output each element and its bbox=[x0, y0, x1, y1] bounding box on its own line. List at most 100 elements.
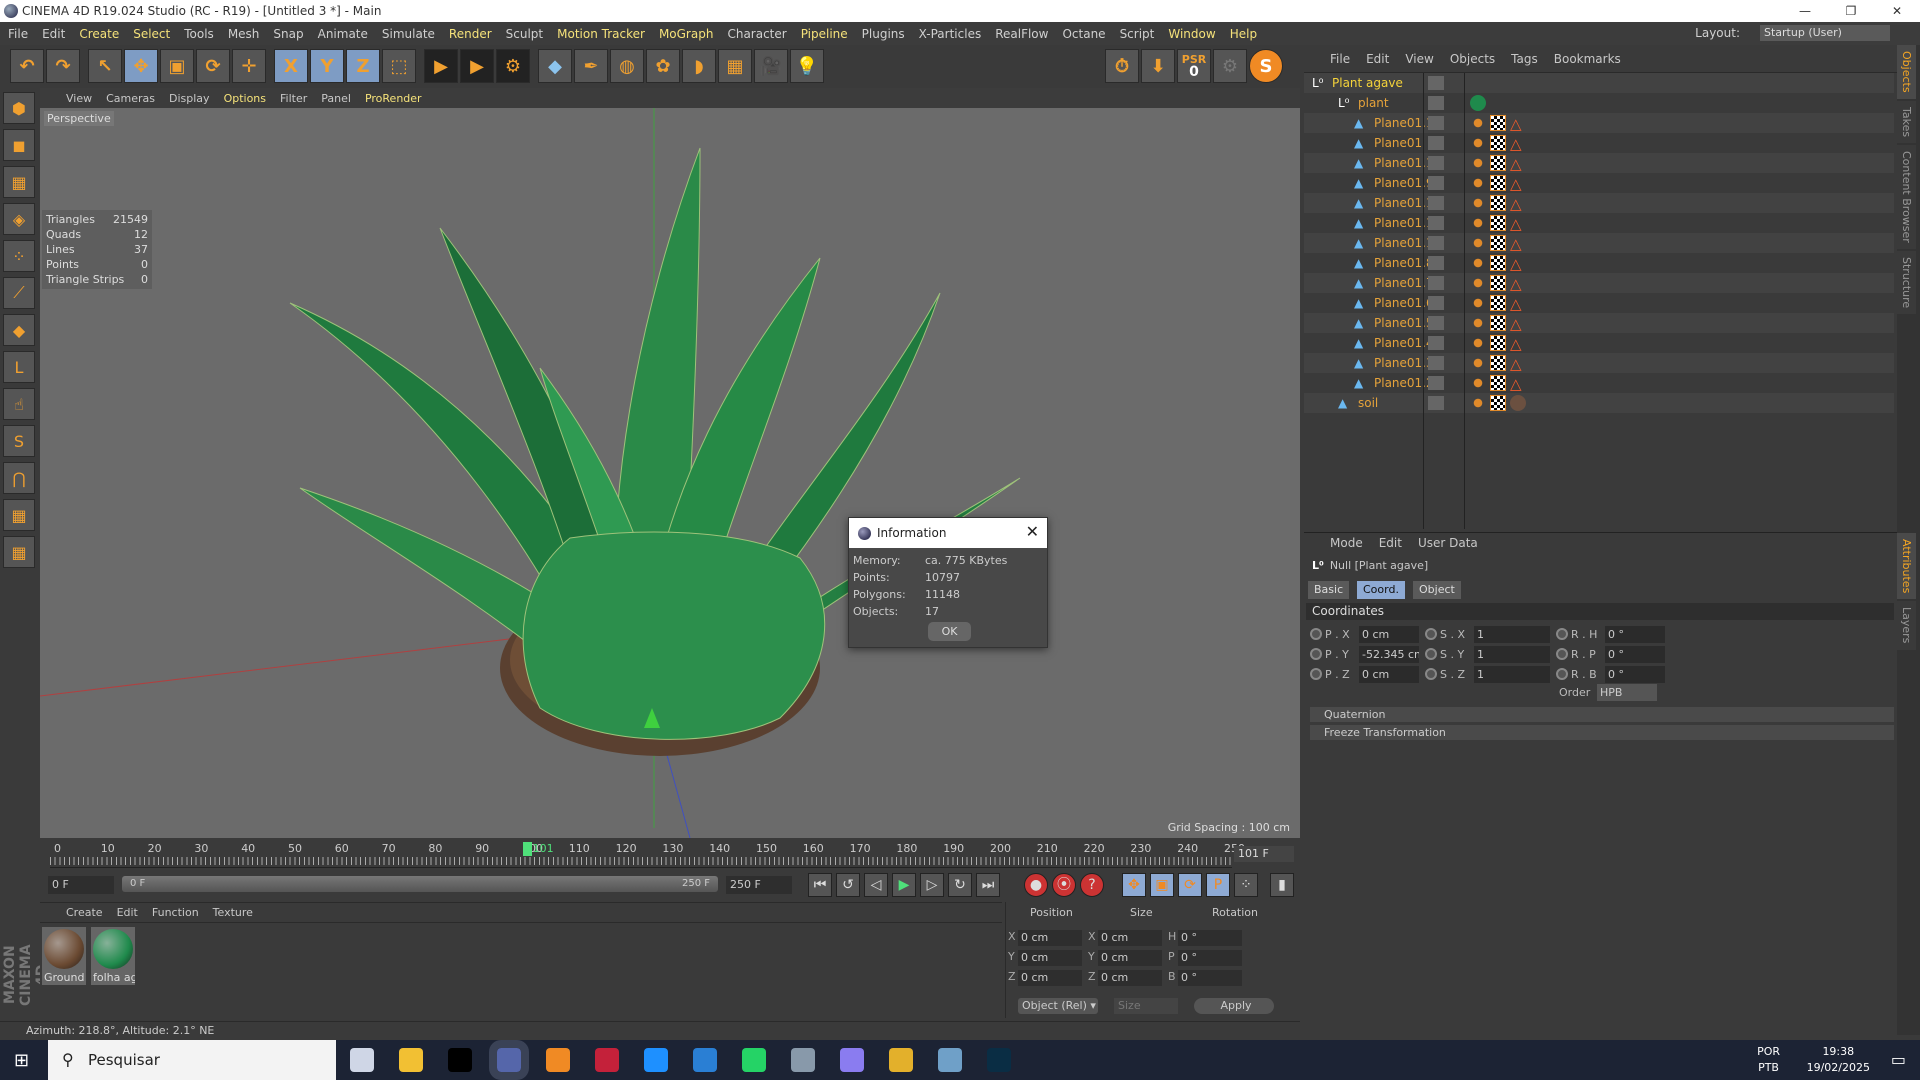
attribute-menu-user-data[interactable]: User Data bbox=[1418, 536, 1478, 550]
tab-coord[interactable]: Coord. bbox=[1357, 581, 1405, 599]
warning-tag-icon[interactable]: △ bbox=[1510, 195, 1526, 213]
phong-tag-icon[interactable] bbox=[1470, 155, 1486, 171]
timeline-icon[interactable]: ⏱ bbox=[1105, 49, 1139, 83]
photos-icon[interactable] bbox=[938, 1048, 962, 1072]
warning-tag-icon[interactable]: △ bbox=[1510, 375, 1526, 393]
render-view-icon[interactable]: ▶ bbox=[424, 49, 458, 83]
scale-icon[interactable]: ▣ bbox=[160, 49, 194, 83]
ok-button[interactable]: OK bbox=[928, 622, 971, 641]
app-heart-icon[interactable] bbox=[595, 1048, 619, 1072]
visibility-toggle[interactable] bbox=[1428, 376, 1444, 390]
object-row[interactable]: L⁰ Plant agave bbox=[1304, 73, 1894, 93]
vscode-icon[interactable] bbox=[693, 1048, 717, 1072]
visibility-toggle[interactable] bbox=[1428, 396, 1444, 410]
menu-mograph[interactable]: MoGraph bbox=[659, 27, 714, 41]
timeline-window-icon[interactable]: ▮ bbox=[1270, 873, 1294, 897]
menu-x-particles[interactable]: X-Particles bbox=[919, 27, 982, 41]
notifications-icon[interactable]: ▭ bbox=[1891, 1050, 1906, 1069]
grid-snap-icon[interactable]: ▦ bbox=[3, 536, 35, 568]
tweak-mode-icon[interactable]: ☝ bbox=[3, 388, 35, 420]
record-icon[interactable]: ● bbox=[1024, 873, 1048, 897]
material-menu-function[interactable]: Function bbox=[152, 906, 199, 919]
warning-tag-icon[interactable]: △ bbox=[1510, 335, 1526, 353]
s-logo-icon[interactable]: S bbox=[1249, 49, 1283, 83]
uvw-tag-icon[interactable] bbox=[1490, 375, 1506, 391]
object-row[interactable]: ▲ Plane01.6 △ bbox=[1304, 293, 1894, 313]
material-menu-texture[interactable]: Texture bbox=[213, 906, 253, 919]
undo-icon[interactable]: ↶ bbox=[10, 49, 44, 83]
material-menu-edit[interactable]: Edit bbox=[117, 906, 138, 919]
rot-key-icon[interactable]: ⟳ bbox=[1178, 873, 1202, 897]
go-to-end-icon[interactable]: ⏭ bbox=[976, 873, 1000, 897]
visibility-toggle[interactable] bbox=[1428, 276, 1444, 290]
phong-tag-icon[interactable] bbox=[1470, 275, 1486, 291]
play-icon[interactable]: ▶ bbox=[892, 873, 916, 897]
phong-tag-icon[interactable] bbox=[1470, 195, 1486, 211]
visibility-toggle[interactable] bbox=[1428, 336, 1444, 350]
visibility-toggle[interactable] bbox=[1428, 236, 1444, 250]
visibility-toggle[interactable] bbox=[1428, 116, 1444, 130]
minimize-button[interactable]: — bbox=[1782, 0, 1828, 22]
coord-rot-h-field[interactable]: 0 ° bbox=[1178, 930, 1242, 946]
object-menu-view[interactable]: View bbox=[1405, 52, 1433, 66]
object-menu-tags[interactable]: Tags bbox=[1511, 52, 1538, 66]
uvw-tag-icon[interactable] bbox=[1490, 335, 1506, 351]
maximize-button[interactable]: ❐ bbox=[1828, 0, 1874, 22]
tab-objects[interactable]: Objects bbox=[1897, 45, 1916, 99]
playhead[interactable] bbox=[522, 842, 532, 856]
menu-realflow[interactable]: RealFlow bbox=[995, 27, 1048, 41]
tab-layers[interactable]: Layers bbox=[1897, 601, 1916, 650]
object-menu-objects[interactable]: Objects bbox=[1450, 52, 1495, 66]
close-button[interactable]: ✕ bbox=[1874, 0, 1920, 22]
warning-tag-icon[interactable]: △ bbox=[1510, 175, 1526, 193]
animate-radio[interactable] bbox=[1425, 648, 1437, 660]
end-frame-field[interactable]: 250 F bbox=[726, 876, 792, 894]
taskbar-search[interactable]: ⚲ Pesquisar bbox=[48, 1040, 336, 1080]
phong-tag-icon[interactable] bbox=[1470, 115, 1486, 131]
phong-tag-icon[interactable] bbox=[1470, 335, 1486, 351]
object-row[interactable]: ▲ Plane01.1 △ bbox=[1304, 153, 1894, 173]
order-dropdown[interactable]: HPB bbox=[1597, 683, 1657, 701]
visibility-toggle[interactable] bbox=[1428, 96, 1444, 110]
workplane-mode-icon[interactable]: ◈ bbox=[3, 203, 35, 235]
uvw-tag-icon[interactable] bbox=[1490, 115, 1506, 131]
size-mode-dropdown[interactable]: Size bbox=[1114, 998, 1178, 1014]
app-b-icon[interactable] bbox=[644, 1048, 668, 1072]
object-row[interactable]: ▲ Plane01.7 △ bbox=[1304, 273, 1894, 293]
object-name[interactable]: Plane01.3 bbox=[1374, 356, 1434, 370]
animate-radio[interactable] bbox=[1556, 668, 1568, 680]
warning-tag-icon[interactable]: △ bbox=[1510, 275, 1526, 293]
material-brown-tag-icon[interactable] bbox=[1510, 395, 1526, 411]
coord-size-x-field[interactable]: 0 cm bbox=[1098, 930, 1162, 946]
visibility-toggle[interactable] bbox=[1428, 156, 1444, 170]
pos-key-icon[interactable]: ✥ bbox=[1122, 873, 1146, 897]
blender-icon[interactable] bbox=[546, 1048, 570, 1072]
subdivision-icon[interactable]: ◍ bbox=[610, 49, 644, 83]
attr-pz-field[interactable]: 0 cm bbox=[1359, 665, 1419, 683]
cube-icon[interactable]: ◆ bbox=[538, 49, 572, 83]
x-axis-icon[interactable]: X bbox=[274, 49, 308, 83]
uvw-tag-icon[interactable] bbox=[1490, 175, 1506, 191]
param-key-icon[interactable]: P bbox=[1206, 873, 1230, 897]
model-mode-icon[interactable]: ◼ bbox=[3, 129, 35, 161]
menu-window[interactable]: Window bbox=[1168, 27, 1215, 41]
visibility-toggle[interactable] bbox=[1428, 216, 1444, 230]
phong-tag-icon[interactable] bbox=[1470, 255, 1486, 271]
visibility-toggle[interactable] bbox=[1428, 296, 1444, 310]
menu-simulate[interactable]: Simulate bbox=[382, 27, 435, 41]
keyframe-selection-icon[interactable]: ? bbox=[1080, 873, 1104, 897]
uvw-tag-icon[interactable] bbox=[1490, 275, 1506, 291]
tab-basic[interactable]: Basic bbox=[1308, 581, 1350, 599]
animate-radio[interactable] bbox=[1425, 668, 1437, 680]
chrome-icon[interactable] bbox=[889, 1048, 913, 1072]
animate-radio[interactable] bbox=[1310, 648, 1322, 660]
camera-label[interactable]: Perspective bbox=[44, 111, 114, 126]
fold-quaternion[interactable]: Quaternion bbox=[1310, 707, 1894, 722]
menu-octane[interactable]: Octane bbox=[1062, 27, 1105, 41]
object-name[interactable]: Plane01.6 bbox=[1374, 296, 1434, 310]
menu-create[interactable]: Create bbox=[79, 27, 119, 41]
texture-mode-icon[interactable]: ▦ bbox=[3, 166, 35, 198]
coord-size-y-field[interactable]: 0 cm bbox=[1098, 950, 1162, 966]
uvw-tag-icon[interactable] bbox=[1490, 315, 1506, 331]
attr-rp-field[interactable]: 0 ° bbox=[1605, 645, 1665, 663]
